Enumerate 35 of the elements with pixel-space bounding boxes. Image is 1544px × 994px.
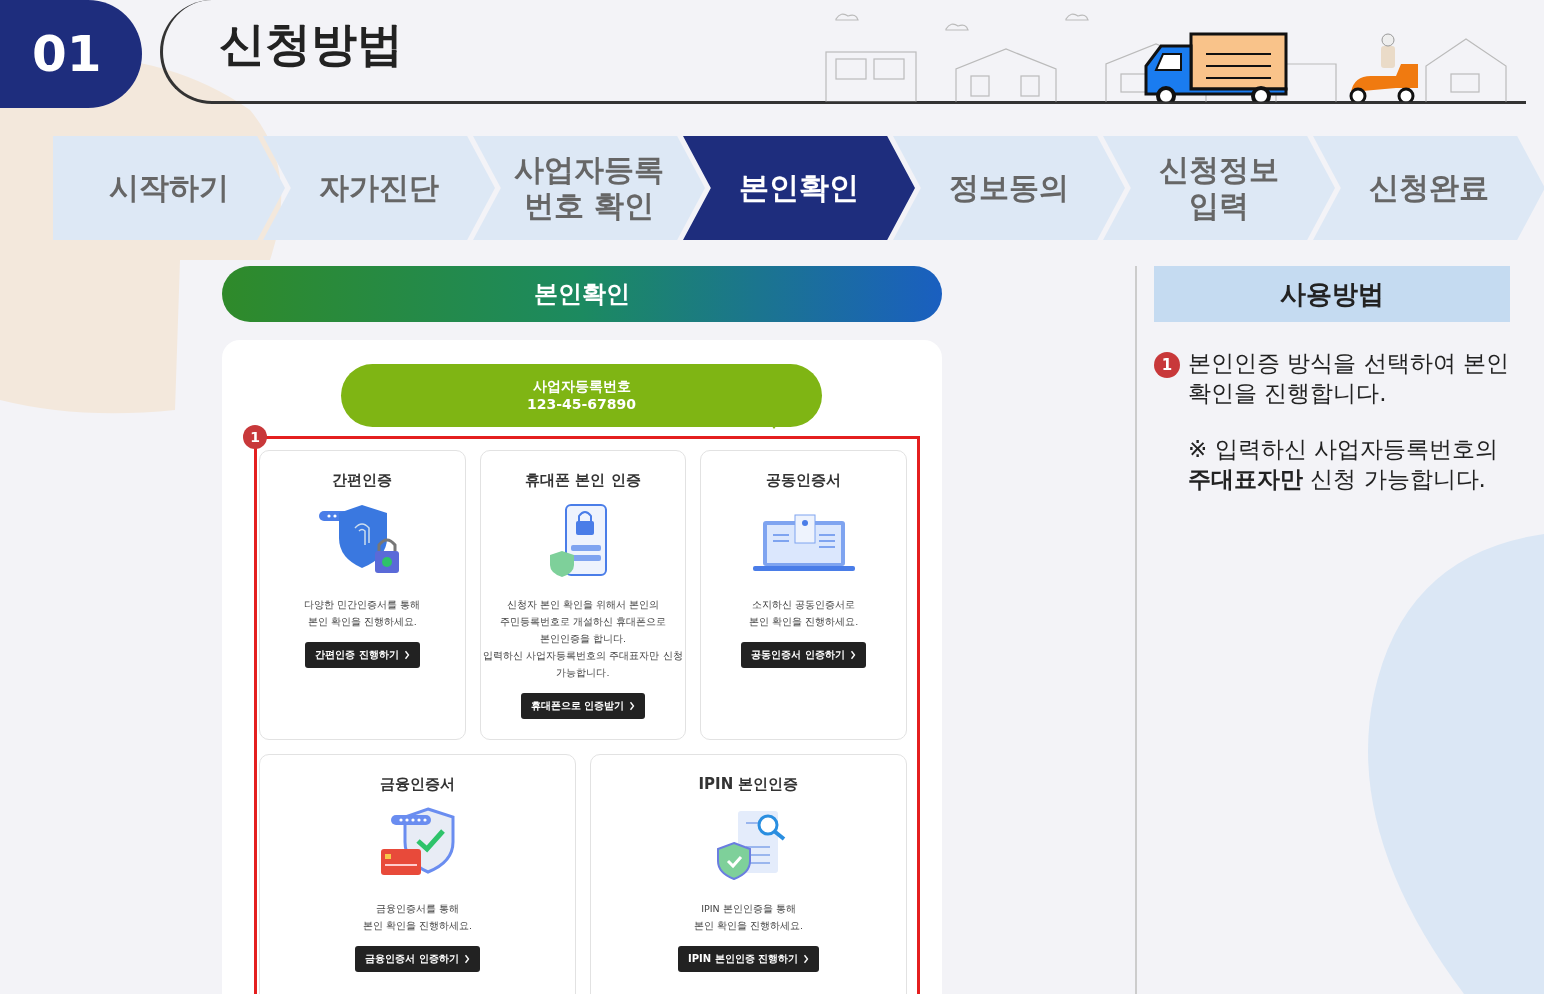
guide-title: 사용방법 xyxy=(1154,266,1510,322)
chevron-right-icon xyxy=(849,650,856,660)
chevron-right-icon xyxy=(463,954,470,964)
progress-step: 신청정보 입력 xyxy=(1103,136,1335,240)
method-title: IPIN 본인인증 xyxy=(698,775,799,794)
method-description: 다양한 민간인증서를 통해 본인 확인을 진행하세요. xyxy=(304,598,421,629)
method-title: 휴대폰 본인 인증 xyxy=(525,471,641,490)
method-button[interactable]: 간편인증 진행하기 xyxy=(305,642,420,668)
progress-step: 자가진단 xyxy=(263,136,495,240)
chevron-right-icon xyxy=(403,650,410,660)
page-title: 신청방법 xyxy=(219,16,403,73)
method-title: 공동인증서 xyxy=(766,471,842,490)
step-marker: 1 xyxy=(243,425,267,449)
method-button[interactable]: 금융인증서 인증하기 xyxy=(355,946,480,972)
method-button[interactable]: 공동인증서 인증하기 xyxy=(741,642,866,668)
progress-step: 정보동의 xyxy=(893,136,1125,240)
progress-step: 본인확인 xyxy=(683,136,915,240)
method-title: 금융인증서 xyxy=(380,775,455,794)
progress-step: 신청완료 xyxy=(1313,136,1544,240)
chevron-right-icon xyxy=(803,954,810,964)
guide-text: 본인인증 방식을 선택하여 본인 확인을 진행합니다. xyxy=(1188,349,1510,408)
method-description: 소지하신 공동인증서로 본인 확인을 진행하세요. xyxy=(749,598,859,629)
step-marker: 1 xyxy=(1154,352,1180,378)
method-description: 금융인증서를 통해 본인 확인을 진행하세요. xyxy=(362,902,473,933)
method-button[interactable]: IPIN 본인인증 진행하기 xyxy=(677,946,820,972)
section-header: 본인확인 xyxy=(222,266,942,322)
guide-note: ※ 입력하신 사업자등록번호의 주대표자만 신청 가능합니다. xyxy=(1188,435,1499,494)
section-number: 01 xyxy=(0,0,142,108)
method-description: IPIN 본인인증을 통해 본인 확인을 진행하세요. xyxy=(693,902,804,933)
method-button[interactable]: 휴대폰으로 인증받기 xyxy=(520,693,646,719)
progress-step: 사업자등록 번호 확인 xyxy=(473,136,705,240)
chevron-right-icon xyxy=(629,701,636,711)
method-title: 간편인증 xyxy=(332,471,393,490)
progress-step: 시작하기 xyxy=(53,136,285,240)
method-description: 신청자 본인 확인을 위해서 본인의 주민등록번호로 개설하신 휴대폰으로 본인인증을 합니다. 입력하신 사업자등록번호의 주대표자만 신청 가능합니다. xyxy=(483,598,683,680)
